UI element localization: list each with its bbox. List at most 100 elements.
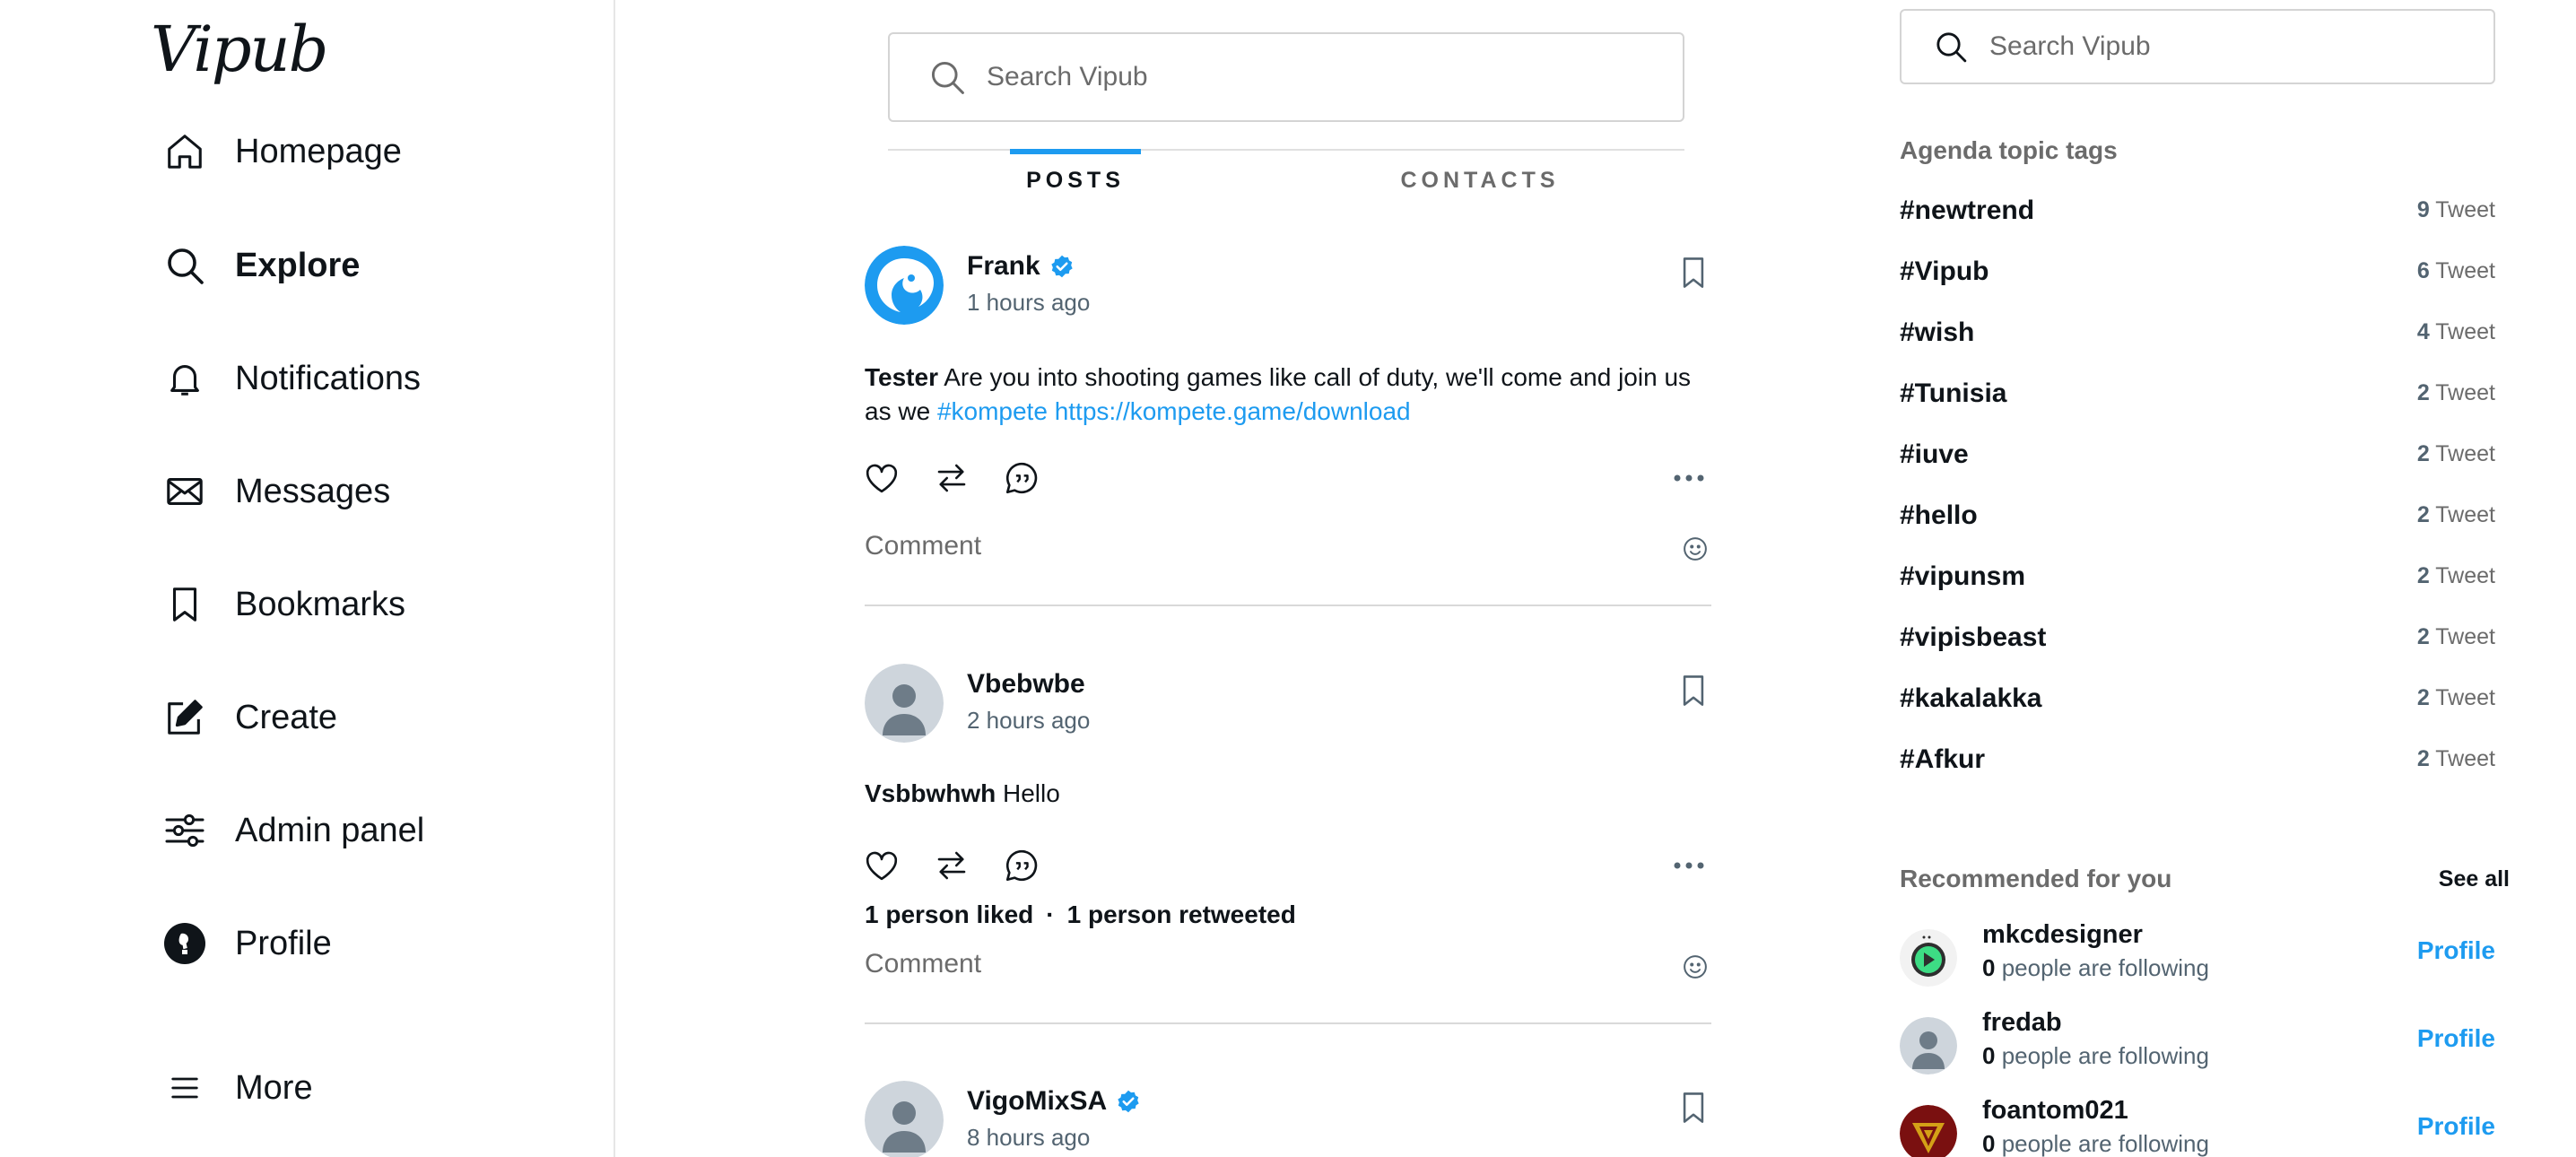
emoji-icon[interactable] bbox=[1679, 951, 1711, 983]
post-divider bbox=[865, 605, 1711, 606]
tweet-count-unit: Tweet bbox=[2429, 380, 2495, 405]
sidebar-item-messages[interactable]: Messages bbox=[161, 460, 390, 523]
tag-row[interactable]: #vipunsm 2 Tweet bbox=[1900, 561, 2495, 597]
hashtag-label[interactable]: #newtrend bbox=[1900, 196, 2034, 226]
home-icon bbox=[161, 128, 208, 175]
followers-count: 0 bbox=[1982, 1130, 1996, 1157]
tag-row[interactable]: #Afkur 2 Tweet bbox=[1900, 744, 2495, 780]
bookmark-icon bbox=[161, 581, 208, 628]
bookmark-icon[interactable] bbox=[1675, 671, 1711, 710]
tag-row[interactable]: #newtrend 9 Tweet bbox=[1900, 196, 2495, 231]
profile-button[interactable]: Profile bbox=[2417, 936, 2495, 965]
tweet-count-unit: Tweet bbox=[2429, 258, 2495, 283]
comment-bubble-icon[interactable] bbox=[999, 843, 1044, 888]
sidebar-item-profile[interactable]: Profile bbox=[161, 912, 332, 975]
profile-button[interactable]: Profile bbox=[2417, 1024, 2495, 1053]
avatar[interactable] bbox=[865, 1081, 944, 1157]
hashtag-label[interactable]: #kakalakka bbox=[1900, 683, 2042, 714]
retweets-count[interactable]: 1 person retweeted bbox=[1067, 900, 1296, 928]
retweet-icon[interactable] bbox=[929, 456, 974, 500]
tag-row[interactable]: #Vipub 6 Tweet bbox=[1900, 257, 2495, 292]
sidebar-item-create[interactable]: Create bbox=[161, 686, 337, 749]
avatar[interactable] bbox=[1900, 1105, 1957, 1157]
tag-row[interactable]: #kakalakka 2 Tweet bbox=[1900, 683, 2495, 719]
sidebar-item-admin-panel[interactable]: Admin panel bbox=[161, 799, 424, 862]
tweet-count: 4 Tweet bbox=[2417, 319, 2495, 345]
app-logo[interactable]: Vipub bbox=[151, 13, 328, 86]
post-author[interactable]: VigoMixSA bbox=[967, 1086, 1141, 1117]
tag-row[interactable]: #Tunisia 2 Tweet bbox=[1900, 378, 2495, 414]
comment-input[interactable] bbox=[865, 531, 1600, 561]
avatar[interactable] bbox=[865, 664, 944, 743]
sidebar-item-more[interactable]: More bbox=[161, 1057, 313, 1119]
hashtag-label[interactable]: #Afkur bbox=[1900, 744, 1985, 775]
recommended-name[interactable]: foantom021 bbox=[1982, 1096, 2128, 1126]
sidebar-item-explore[interactable]: Explore bbox=[161, 234, 360, 297]
avatar-icon bbox=[161, 920, 208, 967]
hashtag-label[interactable]: #vipisbeast bbox=[1900, 622, 2046, 653]
hashtag-label[interactable]: #vipunsm bbox=[1900, 561, 2025, 592]
comment-box bbox=[865, 526, 1711, 570]
more-options-icon[interactable] bbox=[1667, 456, 1711, 500]
profile-button[interactable]: Profile bbox=[2417, 1112, 2495, 1141]
hashtag-label[interactable]: #hello bbox=[1900, 500, 1978, 531]
hashtag-link[interactable]: #kompete bbox=[937, 397, 1048, 425]
emoji-icon[interactable] bbox=[1679, 533, 1711, 565]
verified-badge-icon bbox=[1116, 1089, 1141, 1114]
followers-count: 0 bbox=[1982, 954, 1996, 981]
post-text: Are you into shooting games like call of… bbox=[937, 363, 1692, 391]
post-author[interactable]: Vbebwbe bbox=[967, 669, 1085, 700]
hashtag-label[interactable]: #Tunisia bbox=[1900, 378, 2006, 409]
post-author[interactable]: Frank bbox=[967, 251, 1075, 282]
comment-bubble-icon[interactable] bbox=[999, 456, 1044, 500]
main-feed: POSTS CONTACTS Frank 1 hours ago Tester … bbox=[861, 0, 1713, 1157]
recommended-name[interactable]: fredab bbox=[1982, 1008, 2062, 1038]
bookmark-icon[interactable] bbox=[1675, 253, 1711, 292]
tag-row[interactable]: #wish 4 Tweet bbox=[1900, 318, 2495, 353]
menu-icon bbox=[161, 1065, 208, 1111]
left-sidebar: Vipub Homepage Explore Notifications Mes… bbox=[0, 0, 615, 1157]
recommended-user: fredab 0 people are following Profile bbox=[1900, 1008, 2495, 1076]
recommended-name[interactable]: mkcdesigner bbox=[1982, 920, 2143, 950]
post-text: as we bbox=[865, 397, 937, 425]
sidebar-item-bookmarks[interactable]: Bookmarks bbox=[161, 573, 405, 636]
more-options-icon[interactable] bbox=[1667, 843, 1711, 888]
hashtag-label[interactable]: #iuve bbox=[1900, 439, 1969, 470]
tweet-count-unit: Tweet bbox=[2429, 624, 2495, 649]
hashtag-label[interactable]: #wish bbox=[1900, 318, 1974, 348]
post-body: Vsbbwhwh Hello bbox=[865, 777, 1708, 811]
followers-label: people are following bbox=[1995, 1042, 2209, 1069]
tweet-count: 2 Tweet bbox=[2417, 380, 2495, 406]
url-link[interactable]: https://kompete.game/download bbox=[1055, 397, 1411, 425]
tag-row[interactable]: #hello 2 Tweet bbox=[1900, 500, 2495, 536]
tweet-count-number: 4 bbox=[2416, 319, 2430, 344]
tag-row[interactable]: #iuve 2 Tweet bbox=[1900, 439, 2495, 475]
likes-count[interactable]: 1 person liked bbox=[865, 900, 1033, 928]
tag-row[interactable]: #vipisbeast 2 Tweet bbox=[1900, 622, 2495, 658]
like-heart-icon[interactable] bbox=[859, 456, 904, 500]
avatar[interactable] bbox=[1900, 929, 1957, 987]
tweet-count: 2 Tweet bbox=[2417, 624, 2495, 650]
tab-posts[interactable]: POSTS bbox=[1010, 149, 1141, 210]
avatar[interactable] bbox=[1900, 1017, 1957, 1074]
see-all-link[interactable]: See all bbox=[2439, 866, 2510, 892]
bookmark-icon[interactable] bbox=[1675, 1088, 1711, 1127]
feed-search-input[interactable] bbox=[987, 62, 1614, 92]
tweet-count: 6 Tweet bbox=[2417, 258, 2495, 284]
comment-input[interactable] bbox=[865, 949, 1600, 979]
like-heart-icon[interactable] bbox=[859, 843, 904, 888]
right-search-input[interactable] bbox=[1989, 31, 2474, 62]
sidebar-item-notifications[interactable]: Notifications bbox=[161, 347, 421, 410]
feed-search-box[interactable] bbox=[888, 32, 1684, 122]
avatar[interactable] bbox=[865, 246, 944, 325]
retweet-icon[interactable] bbox=[929, 843, 974, 888]
post-text: Hello bbox=[996, 779, 1060, 807]
tab-contacts[interactable]: CONTACTS bbox=[1390, 151, 1570, 210]
followers-label: people are following bbox=[1995, 1130, 2209, 1157]
tweet-count-number: 2 bbox=[2416, 624, 2430, 649]
tweet-count-number: 2 bbox=[2416, 441, 2430, 466]
sidebar-item-homepage[interactable]: Homepage bbox=[161, 120, 402, 183]
right-search-box[interactable] bbox=[1900, 9, 2495, 84]
recommended-followers: 0 people are following bbox=[1982, 954, 2209, 982]
hashtag-label[interactable]: #Vipub bbox=[1900, 257, 1989, 287]
